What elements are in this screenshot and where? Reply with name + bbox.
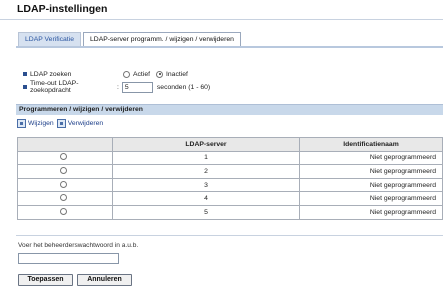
col-identification: Identificatienaam bbox=[299, 137, 443, 152]
tab-ldap-server-program[interactable]: LDAP-server programm. / wijzigen / verwi… bbox=[83, 32, 241, 46]
timeout-label: Time-out LDAP-zoekopdracht bbox=[30, 80, 79, 94]
modify-button[interactable]: Wijzigen bbox=[17, 119, 54, 128]
bullet-icon bbox=[23, 72, 27, 76]
table-row: 4 Niet geprogrammeerd bbox=[17, 191, 443, 206]
modify-label: Wijzigen bbox=[28, 120, 54, 127]
row-select-radio[interactable] bbox=[60, 180, 67, 188]
apply-button[interactable]: Toepassen bbox=[18, 274, 73, 286]
row-select-radio[interactable] bbox=[60, 207, 67, 215]
server-number: 2 bbox=[112, 164, 300, 179]
page-title: LDAP-instellingen bbox=[17, 3, 108, 15]
server-ident: Niet geprogrammeerd bbox=[299, 191, 443, 206]
cancel-button[interactable]: Annuleren bbox=[77, 274, 132, 286]
server-number: 5 bbox=[112, 204, 300, 220]
header-divider bbox=[0, 19, 443, 20]
row-select-radio[interactable] bbox=[60, 194, 67, 202]
ldap-search-label: LDAP zoeken bbox=[30, 70, 72, 78]
row-select-radio[interactable] bbox=[60, 166, 67, 174]
tab-ldap-verification[interactable]: LDAP Verificatie bbox=[18, 32, 81, 46]
timeout-unit: seconden (1 - 60) bbox=[156, 83, 211, 91]
ldap-search-option-inactive[interactable]: Inactief bbox=[156, 70, 188, 78]
server-ident: Niet geprogrammeerd bbox=[299, 150, 443, 166]
edit-icon bbox=[17, 119, 26, 128]
server-ident: Niet geprogrammeerd bbox=[299, 164, 443, 179]
server-number: 3 bbox=[112, 177, 300, 193]
ldap-server-table: LDAP-server Identificatienaam 1 Niet gep… bbox=[17, 137, 443, 220]
table-row: 3 Niet geprogrammeerd bbox=[17, 177, 443, 193]
radio-inactive[interactable] bbox=[156, 70, 163, 78]
page-header: LDAP-instellingen bbox=[0, 0, 443, 20]
timeout-separator: : bbox=[117, 83, 119, 91]
radio-active-label: Actief bbox=[133, 70, 150, 78]
radio-active[interactable] bbox=[123, 70, 130, 78]
radio-inactive-label: Inactief bbox=[166, 70, 188, 78]
delete-icon bbox=[56, 119, 66, 128]
tab-underline bbox=[16, 46, 443, 48]
col-ldap-server: LDAP-server bbox=[112, 137, 300, 152]
delete-label: Verwijderen bbox=[67, 120, 104, 127]
ldap-search-row: LDAP zoeken Actief Inactief bbox=[23, 69, 194, 79]
row-select-radio[interactable] bbox=[60, 153, 67, 161]
timeout-row: Time-out LDAP-zoekopdracht : 5 seconden … bbox=[23, 80, 211, 94]
password-input[interactable] bbox=[18, 253, 119, 264]
table-row: 2 Niet geprogrammeerd bbox=[17, 164, 443, 179]
server-number: 4 bbox=[112, 191, 300, 206]
password-label: Voer het beheerderswachtwoord in a.u.b. bbox=[18, 242, 139, 249]
delete-button[interactable]: Verwijderen bbox=[56, 119, 104, 128]
ldap-search-option-active[interactable]: Actief bbox=[123, 70, 150, 78]
tab-bar: LDAP Verificatie LDAP-server programm. /… bbox=[18, 32, 241, 46]
table-header-row: LDAP-server Identificatienaam bbox=[17, 137, 443, 152]
table-row: 5 Niet geprogrammeerd bbox=[17, 204, 443, 220]
section-header: Programmeren / wijzigen / verwijderen bbox=[16, 104, 443, 115]
form-divider bbox=[16, 235, 443, 236]
timeout-input[interactable]: 5 bbox=[121, 81, 153, 93]
col-select bbox=[17, 137, 113, 152]
table-row: 1 Niet geprogrammeerd bbox=[17, 150, 443, 166]
server-ident: Niet geprogrammeerd bbox=[299, 204, 443, 220]
server-ident: Niet geprogrammeerd bbox=[299, 177, 443, 193]
bullet-icon bbox=[23, 85, 27, 89]
server-number: 1 bbox=[112, 150, 300, 166]
action-bar: Wijzigen Verwijderen bbox=[17, 119, 106, 128]
